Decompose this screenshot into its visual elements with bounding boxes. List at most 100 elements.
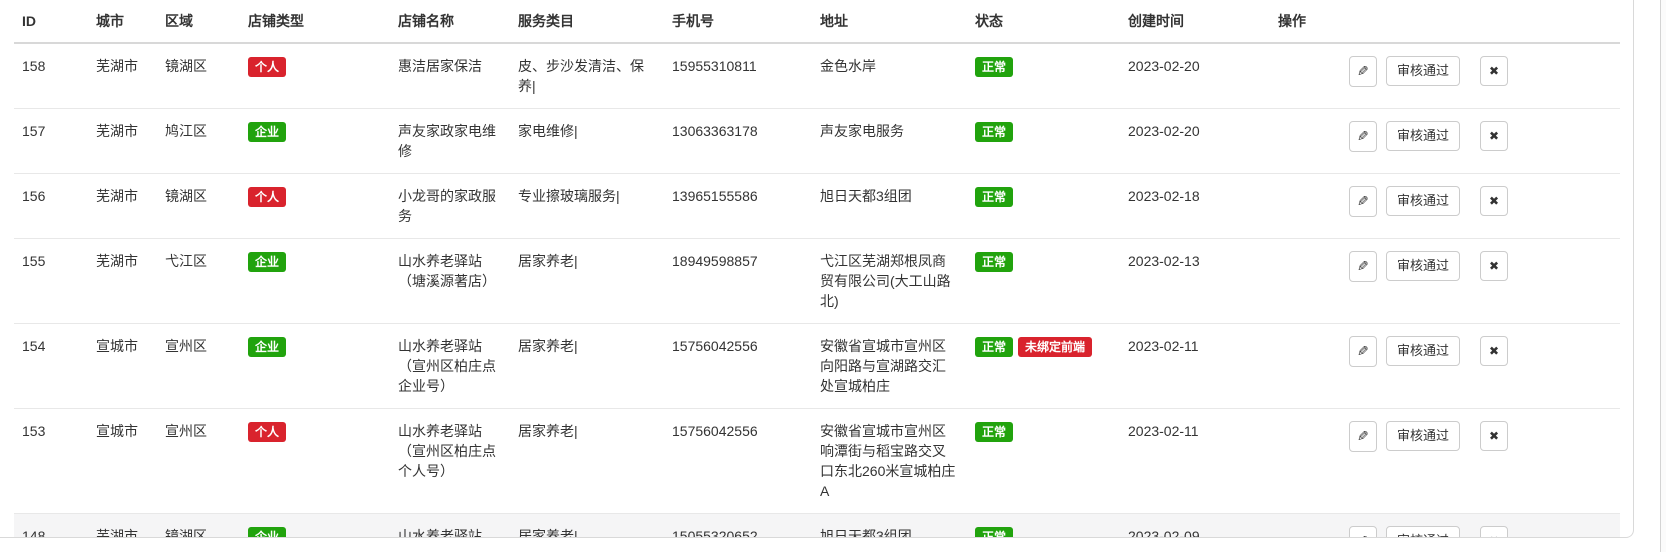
cell-type: 个人 [240,409,390,514]
cell-name: 山水养老驿站（宣州区柏庄点企业号） [390,324,510,409]
delete-button[interactable]: ✖ [1480,56,1508,86]
delete-button[interactable]: ✖ [1480,421,1508,451]
cell-id: 157 [14,109,88,174]
cell-phone: 15756042556 [664,409,812,514]
column-header-id: ID [14,0,88,43]
approve-button[interactable]: 审核通过 [1386,336,1460,366]
edit-button[interactable]: ✎ [1349,186,1377,217]
cell-district: 宣州区 [157,324,240,409]
cell-address: 旭日天都3组团 [812,174,967,239]
cell-type: 企业 [240,109,390,174]
cell-district: 弋江区 [157,239,240,324]
cell-city: 芜湖市 [88,43,157,109]
delete-button[interactable]: ✖ [1480,526,1508,538]
cell-name: 声友家政家电维修 [390,109,510,174]
cell-created: 2023-02-09 [1120,514,1270,539]
cell-district: 镜湖区 [157,43,240,109]
cell-address: 旭日天都3组团 [812,514,967,539]
close-icon: ✖ [1489,344,1499,358]
cell-created: 2023-02-18 [1120,174,1270,239]
shop-type-badge: 个人 [248,187,286,207]
cell-name: 小龙哥的家政服务 [390,174,510,239]
delete-button[interactable]: ✖ [1480,336,1508,366]
table-row: 154 宣城市 宣州区 企业 山水养老驿站（宣州区柏庄点企业号） 居家养老| 1… [14,324,1620,409]
pencil-icon: ✎ [1357,192,1369,210]
cell-status: 正常 [967,514,1120,539]
close-icon: ✖ [1489,534,1499,538]
action-button-group: ✎ 审核通过 ✖ [1278,526,1612,538]
cell-id: 156 [14,174,88,239]
cell-actions: ✎ 审核通过 ✖ [1270,239,1620,324]
edit-button[interactable]: ✎ [1349,421,1377,452]
pencil-icon: ✎ [1357,257,1369,275]
edit-button[interactable]: ✎ [1349,526,1377,538]
table-row: 156 芜湖市 镜湖区 个人 小龙哥的家政服务 专业擦玻璃服务| 1396515… [14,174,1620,239]
cell-phone: 15055320652 [664,514,812,539]
close-icon: ✖ [1489,129,1499,143]
pencil-icon: ✎ [1357,127,1369,145]
column-header-city: 城市 [88,0,157,43]
cell-type: 企业 [240,324,390,409]
delete-button[interactable]: ✖ [1480,121,1508,151]
approve-button[interactable]: 审核通过 [1386,526,1460,538]
cell-city: 宣城市 [88,324,157,409]
cell-actions: ✎ 审核通过 ✖ [1270,43,1620,109]
cell-created: 2023-02-20 [1120,109,1270,174]
column-header-category: 服务类目 [510,0,664,43]
edit-button[interactable]: ✎ [1349,121,1377,152]
shop-list-card: ID 城市 区域 店铺类型 店铺名称 服务类目 手机号 地址 状态 创建时间 操… [0,0,1634,538]
cell-actions: ✎ 审核通过 ✖ [1270,514,1620,539]
close-icon: ✖ [1489,64,1499,78]
header-row: ID 城市 区域 店铺类型 店铺名称 服务类目 手机号 地址 状态 创建时间 操… [14,0,1620,43]
edit-button[interactable]: ✎ [1349,56,1377,87]
cell-category: 皮、步沙发清洁、保养| [510,43,664,109]
column-header-actions: 操作 [1270,0,1620,43]
status-badge: 正常 [975,187,1013,207]
cell-phone: 13063363178 [664,109,812,174]
table-row: 148 芜湖市 镜湖区 企业 山水养老驿站 居家养老| 15055320652 … [14,514,1620,539]
status-badge: 正常 [975,337,1013,357]
table-row: 157 芜湖市 鸠江区 企业 声友家政家电维修 家电维修| 1306336317… [14,109,1620,174]
cell-phone: 13965155586 [664,174,812,239]
cell-district: 鸠江区 [157,109,240,174]
edit-button[interactable]: ✎ [1349,336,1377,367]
cell-category: 居家养老| [510,409,664,514]
cell-name: 山水养老驿站 [390,514,510,539]
approve-button[interactable]: 审核通过 [1386,251,1460,281]
cell-phone: 15756042556 [664,324,812,409]
cell-city: 芜湖市 [88,514,157,539]
cell-status: 正常 [967,239,1120,324]
shop-type-badge: 企业 [248,337,286,357]
column-header-status: 状态 [967,0,1120,43]
approve-button[interactable]: 审核通过 [1386,421,1460,451]
cell-phone: 15955310811 [664,43,812,109]
cell-category: 居家养老| [510,324,664,409]
cell-id: 154 [14,324,88,409]
cell-type: 企业 [240,514,390,539]
delete-button[interactable]: ✖ [1480,186,1508,216]
cell-status: 正常 [967,174,1120,239]
cell-created: 2023-02-20 [1120,43,1270,109]
cell-actions: ✎ 审核通过 ✖ [1270,109,1620,174]
table-body: 158 芜湖市 镜湖区 个人 惠洁居家保洁 皮、步沙发清洁、保养| 159553… [14,43,1620,538]
status-badge: 正常 [975,252,1013,272]
approve-button[interactable]: 审核通过 [1386,186,1460,216]
status-badge: 未绑定前端 [1018,337,1092,357]
pencil-icon: ✎ [1357,342,1369,360]
cell-category: 居家养老| [510,239,664,324]
approve-button[interactable]: 审核通过 [1386,121,1460,151]
status-badge: 正常 [975,57,1013,77]
close-icon: ✖ [1489,194,1499,208]
delete-button[interactable]: ✖ [1480,251,1508,281]
cell-city: 芜湖市 [88,239,157,324]
column-header-name: 店铺名称 [390,0,510,43]
cell-actions: ✎ 审核通过 ✖ [1270,174,1620,239]
pencil-icon: ✎ [1357,62,1369,80]
column-header-type: 店铺类型 [240,0,390,43]
edit-button[interactable]: ✎ [1349,251,1377,282]
approve-button[interactable]: 审核通过 [1386,56,1460,86]
cell-type: 个人 [240,174,390,239]
table-row: 158 芜湖市 镜湖区 个人 惠洁居家保洁 皮、步沙发清洁、保养| 159553… [14,43,1620,109]
table-header: ID 城市 区域 店铺类型 店铺名称 服务类目 手机号 地址 状态 创建时间 操… [14,0,1620,43]
scrollbar-track[interactable] [1660,0,1666,552]
